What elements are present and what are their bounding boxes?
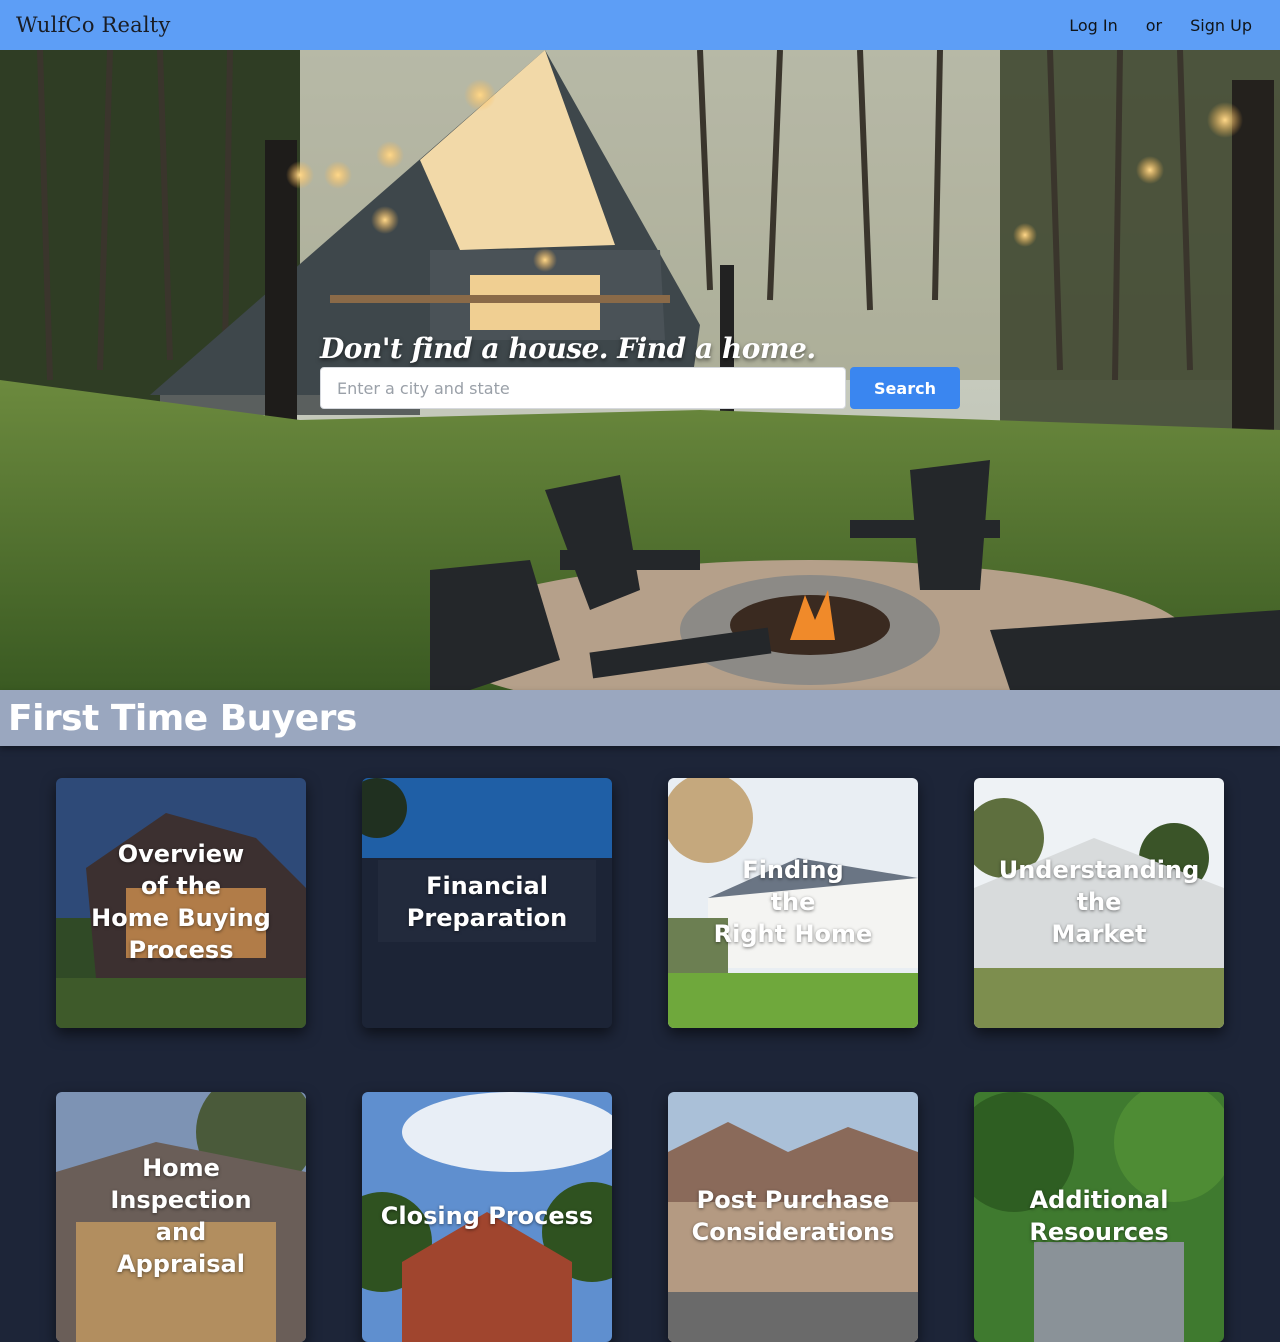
auth-separator: or [1145, 15, 1163, 35]
topic-card-additional-resources[interactable]: Additional Resources [974, 1092, 1224, 1342]
hero-search-area: Don't find a house. Find a home. Search [320, 333, 960, 409]
card-title: Financial Preparation [406, 872, 568, 932]
top-navbar: WulfCo Realty Log In or Sign Up [0, 0, 1280, 50]
search-form: Search [320, 367, 960, 409]
card-title: Home Inspection and Appraisal [110, 1154, 252, 1278]
topic-card-inspection[interactable]: Home Inspection and Appraisal [56, 1092, 306, 1342]
topic-card-financial[interactable]: Financial Preparation [362, 778, 612, 1028]
hero-banner: Don't find a house. Find a home. Search [0, 50, 1280, 690]
card-title: Post Purchase Considerations [691, 1186, 895, 1246]
topic-card-overview[interactable]: Overview of the Home Buying Process [56, 778, 306, 1028]
card-title: Additional Resources [1029, 1186, 1169, 1246]
topic-card-understanding-market[interactable]: Understanding the Market [974, 778, 1224, 1028]
auth-links: Log In or Sign Up [1069, 16, 1252, 35]
card-title: Closing Process [380, 1202, 594, 1230]
topic-card-closing[interactable]: Closing Process [362, 1092, 612, 1342]
hero-tagline: Don't find a house. Find a home. [320, 332, 816, 365]
card-title: Understanding the Market [998, 856, 1200, 948]
topic-card-post-purchase[interactable]: Post Purchase Considerations [668, 1092, 918, 1342]
city-state-search-input[interactable] [320, 367, 846, 409]
brand-logo[interactable]: WulfCo Realty [16, 13, 171, 37]
section-title: First Time Buyers [8, 697, 357, 739]
login-link[interactable]: Log In [1069, 16, 1118, 35]
search-button[interactable]: Search [850, 367, 960, 409]
signup-link[interactable]: Sign Up [1190, 16, 1252, 35]
card-title: Overview of the Home Buying Process [91, 840, 271, 964]
topic-card-finding-home[interactable]: Finding the Right Home [668, 778, 918, 1028]
section-header: First Time Buyers [0, 690, 1280, 746]
card-title: Finding the Right Home [713, 856, 873, 948]
